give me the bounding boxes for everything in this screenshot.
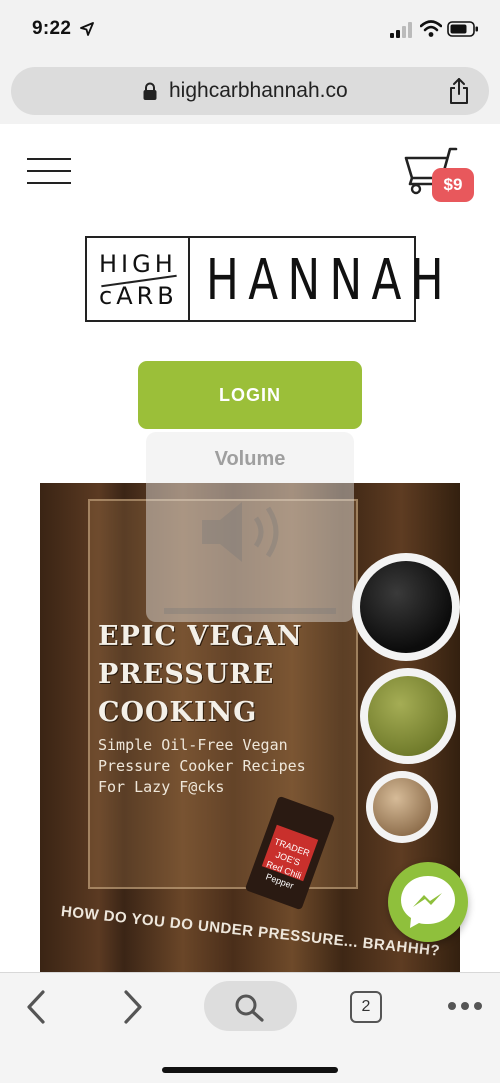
home-indicator xyxy=(162,1067,338,1073)
url-text: highcarbhannah.co xyxy=(169,79,348,102)
logo-hannah: HANNAH xyxy=(190,238,444,320)
lock-icon xyxy=(143,82,157,100)
tabs-icon[interactable]: 2 xyxy=(350,991,382,1023)
search-button[interactable] xyxy=(204,981,297,1031)
jar-label: TRADER JOE'S Red Chili Pepper xyxy=(261,824,319,891)
status-bar: 9:22 xyxy=(0,0,500,60)
address-bar[interactable]: highcarbhannah.co xyxy=(11,67,489,115)
hamburger-menu-icon[interactable] xyxy=(27,158,71,184)
book-title: EPIC VEGAN PRESSURE COOKING xyxy=(98,621,303,728)
logo-line2: cARB xyxy=(99,282,178,310)
more-icon[interactable] xyxy=(447,1001,483,1011)
logo-line1: HIGH xyxy=(99,250,177,278)
logo-high-carb: HIGH cARB xyxy=(87,238,190,320)
site-logo[interactable]: HIGH cARB HANNAH xyxy=(85,236,444,322)
battery-icon xyxy=(447,21,478,37)
search-icon xyxy=(235,994,264,1022)
volume-hud: Volume xyxy=(146,432,354,622)
back-arrow-icon[interactable] xyxy=(24,989,48,1025)
volume-level-bar xyxy=(164,608,336,614)
cart-total-badge[interactable]: $9 xyxy=(432,168,474,202)
browser-address-area: highcarbhannah.co xyxy=(0,60,500,124)
login-button[interactable]: LOGIN xyxy=(138,361,362,429)
black-beans-bowl xyxy=(352,553,460,661)
book-subtitle: Simple Oil-Free Vegan Pressure Cooker Re… xyxy=(98,736,306,796)
forward-arrow-icon[interactable] xyxy=(121,989,145,1025)
share-icon[interactable] xyxy=(448,77,470,105)
split-peas-bowl xyxy=(360,668,456,764)
logo-name: HANNAH xyxy=(206,248,453,313)
wifi-icon xyxy=(420,20,442,37)
location-arrow-icon xyxy=(80,22,94,36)
cellular-signal-icon xyxy=(390,22,412,38)
volume-label: Volume xyxy=(214,448,286,470)
pinto-beans-bowl xyxy=(366,771,438,843)
messenger-chat-icon[interactable] xyxy=(388,862,468,942)
status-time: 9:22 xyxy=(32,18,72,39)
book-tagline: HOW DO YOU DO UNDER PRESSURE... BRAHHH? xyxy=(60,903,441,960)
speaker-icon xyxy=(202,502,279,562)
browser-toolbar: 2 xyxy=(0,972,500,1083)
